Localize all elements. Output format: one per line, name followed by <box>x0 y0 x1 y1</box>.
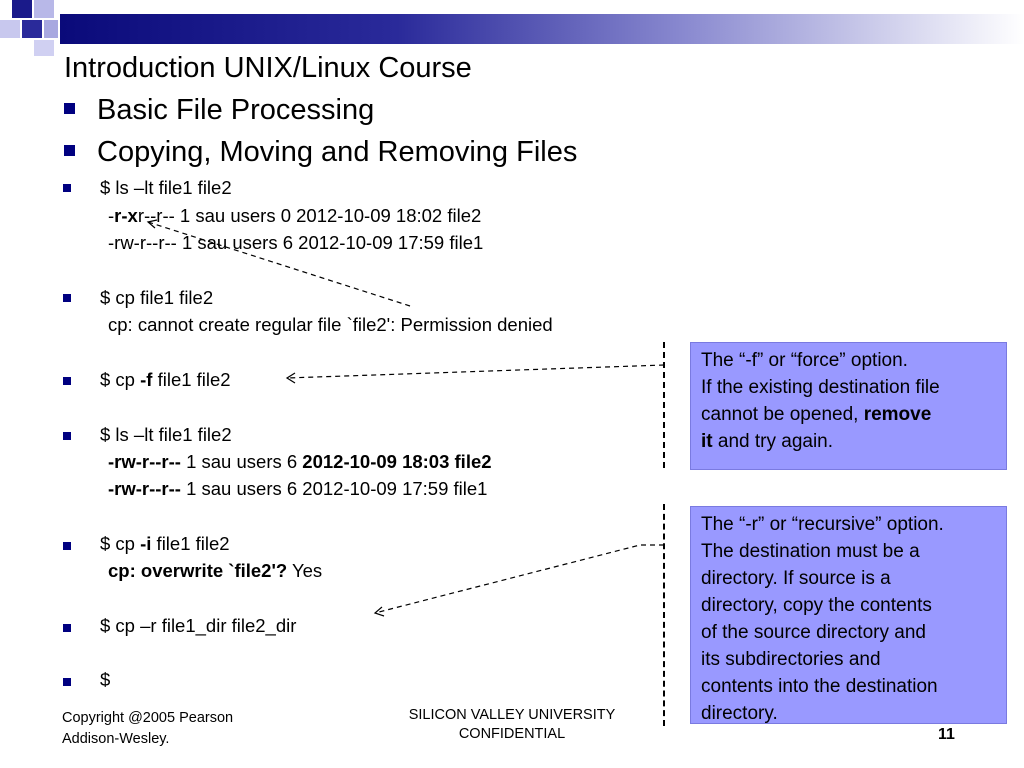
arrow-to-cp-recursive <box>374 544 664 614</box>
footer-copyright: Copyright @2005 Pearson Addison-Wesley. <box>62 710 234 747</box>
arrow-to-permissions <box>147 221 411 307</box>
footer-confidential: SILICON VALLEY UNIVERSITY CONFIDENTIAL <box>408 707 616 742</box>
page-number: 11 <box>938 726 955 743</box>
arrow-to-cp-force <box>286 364 665 379</box>
annotation-arrows <box>146 219 665 617</box>
